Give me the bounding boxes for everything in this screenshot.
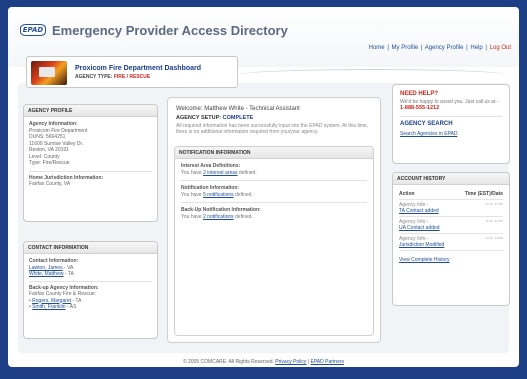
setup-description: All required information has been succes… bbox=[176, 123, 369, 135]
nav-agency-profile[interactable]: Agency Profile bbox=[425, 45, 464, 51]
search-agencies-link[interactable]: Search Agencies in EPAD bbox=[400, 131, 502, 137]
backup-notifications-link[interactable]: 2 notifications bbox=[203, 214, 234, 220]
setup-status-value: COMPLETE bbox=[222, 115, 254, 121]
backup-contact-link[interactable]: Smith, Franklin bbox=[32, 304, 65, 310]
agency-info-line: Type: Fire/Rescue bbox=[29, 160, 70, 166]
notification-item: Notification Information: You have 5 not… bbox=[181, 185, 367, 203]
nav-my-profile[interactable]: My Profile bbox=[392, 45, 419, 51]
backup-role: - AS bbox=[65, 304, 77, 310]
history-row: Agency Info - Jurisdiction Modified 14:2… bbox=[399, 234, 503, 251]
nav-separator: | bbox=[485, 45, 487, 51]
history-link[interactable]: Jurisdiction Modified bbox=[399, 242, 444, 248]
welcome-text: Welcome: Matthew White - Technical Assis… bbox=[176, 106, 300, 112]
setup-label: AGENCY SETUP: bbox=[176, 115, 222, 121]
copyright-text: © 2005 COMCARE. All Rights Reserved. bbox=[182, 359, 276, 365]
bullet-icon: • bbox=[29, 304, 31, 310]
help-panel: NEED HELP? We'd be happy to assist you. … bbox=[392, 84, 510, 164]
help-phone: 1-888-555-1212 bbox=[400, 105, 440, 111]
agency-setup-status: AGENCY SETUP: COMPLETE bbox=[176, 115, 253, 121]
notification-panel: NOTIFICATION INFORMATION Interest Area D… bbox=[174, 146, 374, 336]
nav-home[interactable]: Home bbox=[369, 45, 385, 51]
notification-item: Back-Up Notification Information: You ha… bbox=[181, 207, 367, 224]
epad-logo[interactable]: EPAD bbox=[20, 24, 46, 36]
view-complete-history-link[interactable]: View Complete History bbox=[399, 257, 503, 263]
decorative-swoosh bbox=[238, 69, 508, 81]
account-history-panel: ACCOUNT HISTORY Action Time (EST)/Date A… bbox=[392, 172, 510, 306]
history-row: Agency Info - TA Contact added 11:22 1/7… bbox=[399, 200, 503, 217]
interest-areas-link[interactable]: 2 interest areas bbox=[203, 170, 237, 176]
history-row: Agency Info - UA Contact added 11:06 1/7… bbox=[399, 217, 503, 234]
nav-separator: | bbox=[387, 45, 389, 51]
browser-window: EPAD Emergency Provider Access Directory… bbox=[8, 7, 519, 367]
history-link[interactable]: TA Contact added bbox=[399, 208, 439, 214]
contact-heading: CONTACT INFORMATION bbox=[24, 242, 157, 254]
nav-logout[interactable]: Log Out bbox=[490, 45, 511, 51]
backup-role: - TA bbox=[71, 297, 82, 304]
contact-link[interactable]: White, Matthew bbox=[29, 271, 63, 277]
nav-help[interactable]: Help bbox=[470, 45, 482, 51]
history-header-row: Action Time (EST)/Date bbox=[399, 189, 503, 200]
contact-link[interactable]: Lawton, James bbox=[29, 265, 63, 271]
epad-partners-link[interactable]: EPAD Partners bbox=[311, 359, 345, 365]
backup-contact-link[interactable]: Rogers, Margaret bbox=[32, 298, 71, 304]
need-help-heading: NEED HELP? bbox=[400, 91, 439, 97]
privacy-policy-link[interactable]: Privacy Policy bbox=[275, 359, 306, 365]
col-time: Time (EST)/Date bbox=[464, 191, 503, 197]
notification-item: Interest Area Definitions: You have 2 in… bbox=[181, 163, 367, 181]
nav-separator: | bbox=[466, 45, 468, 51]
bullet-icon: • bbox=[29, 297, 31, 304]
dashboard-banner: Proxicom Fire Department Dashboard AGENC… bbox=[26, 56, 238, 88]
contact-row: White, Matthew - TA bbox=[29, 271, 152, 278]
app-title: Emergency Provider Access Directory bbox=[52, 23, 288, 38]
agency-search-heading: AGENCY SEARCH bbox=[400, 121, 453, 127]
contact-role: - TA bbox=[63, 271, 74, 277]
agency-profile-panel: AGENCY PROFILE Agency Information: Proxi… bbox=[23, 104, 158, 222]
footer: © 2005 COMCARE. All Rights Reserved. Pri… bbox=[182, 359, 345, 365]
col-action: Action bbox=[399, 191, 415, 197]
dashboard-title: Proxicom Fire Department Dashboard bbox=[75, 65, 202, 72]
agency-type: AGENCY TYPE: FIRE / RESCUE bbox=[75, 74, 150, 80]
agency-type-label: AGENCY TYPE: bbox=[75, 74, 113, 80]
history-link[interactable]: UA Contact added bbox=[399, 225, 440, 231]
notifications-link[interactable]: 5 notifications bbox=[203, 192, 234, 198]
backup-row: • Smith, Franklin - AS bbox=[29, 304, 152, 311]
home-jurisdiction-value: Fairfax County, VA bbox=[29, 181, 71, 187]
notification-heading: NOTIFICATION INFORMATION bbox=[175, 147, 373, 159]
nav-separator: | bbox=[420, 45, 423, 51]
contact-role: - VA bbox=[62, 264, 74, 271]
agency-profile-heading: AGENCY PROFILE bbox=[24, 105, 157, 117]
fire-truck-image bbox=[31, 61, 67, 85]
agency-type-value: FIRE / RESCUE bbox=[113, 74, 151, 80]
top-nav: Home | My Profile | Agency Profile | Hel… bbox=[369, 45, 511, 51]
contact-panel: CONTACT INFORMATION Contact Information:… bbox=[23, 241, 158, 339]
main-panel: Welcome: Matthew White - Technical Assis… bbox=[167, 97, 381, 343]
account-history-heading: ACCOUNT HISTORY bbox=[393, 173, 509, 185]
